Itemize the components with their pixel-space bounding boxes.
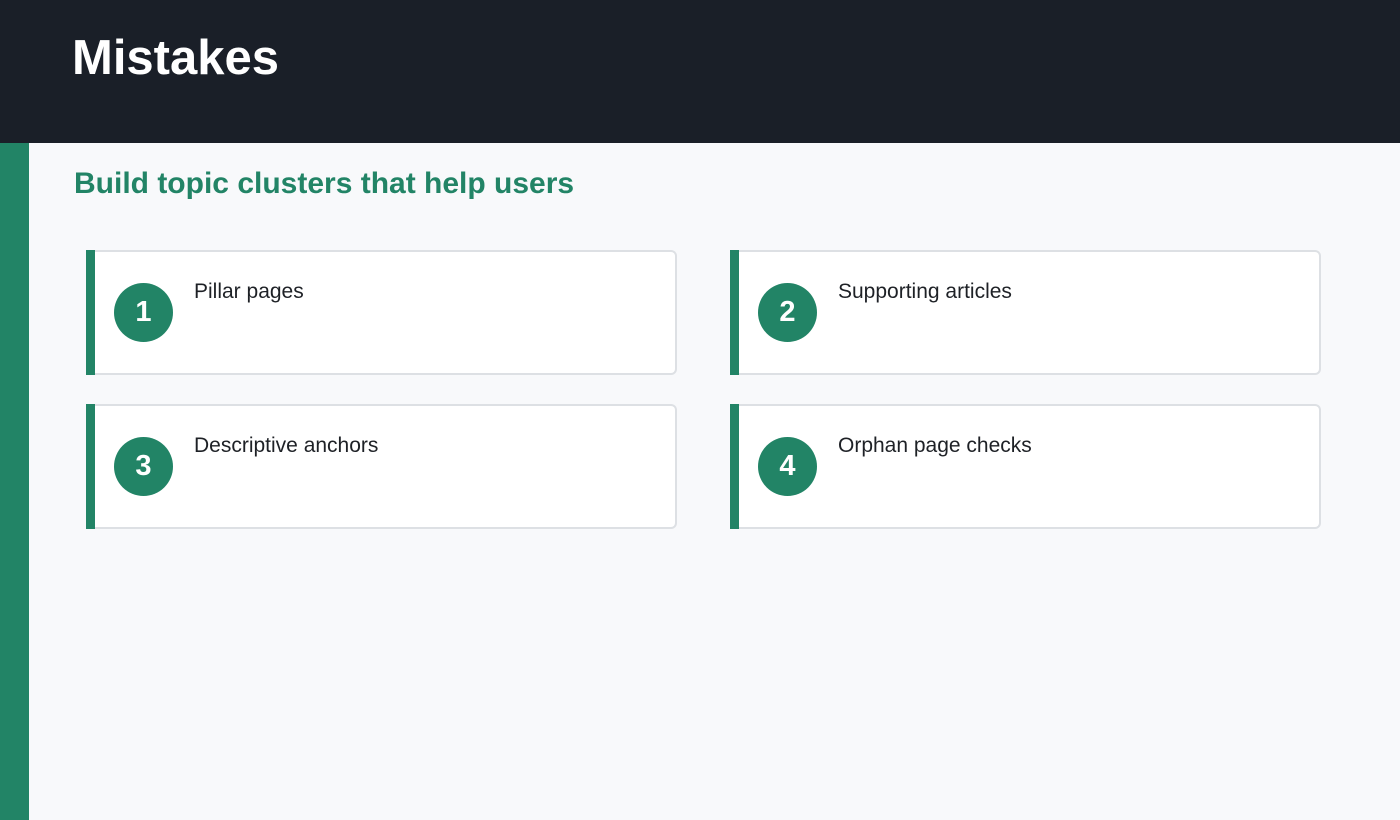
card-orphan-page-checks: 4 Orphan page checks [730,404,1321,529]
card-pillar-pages: 1 Pillar pages [86,250,677,375]
card-label: Supporting articles [838,280,1012,303]
card-accent-bar [730,404,739,529]
card-label: Orphan page checks [838,434,1032,457]
card-label: Pillar pages [194,280,304,303]
step-number-badge: 3 [114,437,173,496]
card-accent-bar [730,250,739,375]
header-bar: Mistakes [0,0,1400,143]
step-number-badge: 1 [114,283,173,342]
step-number-badge: 4 [758,437,817,496]
left-accent-rail [0,143,29,820]
card-accent-bar [86,404,95,529]
card-label: Descriptive anchors [194,434,379,457]
section-subtitle: Build topic clusters that help users [74,167,575,200]
card-supporting-articles: 2 Supporting articles [730,250,1321,375]
card-descriptive-anchors: 3 Descriptive anchors [86,404,677,529]
step-number-badge: 2 [758,283,817,342]
card-accent-bar [86,250,95,375]
page-title: Mistakes [72,31,280,85]
